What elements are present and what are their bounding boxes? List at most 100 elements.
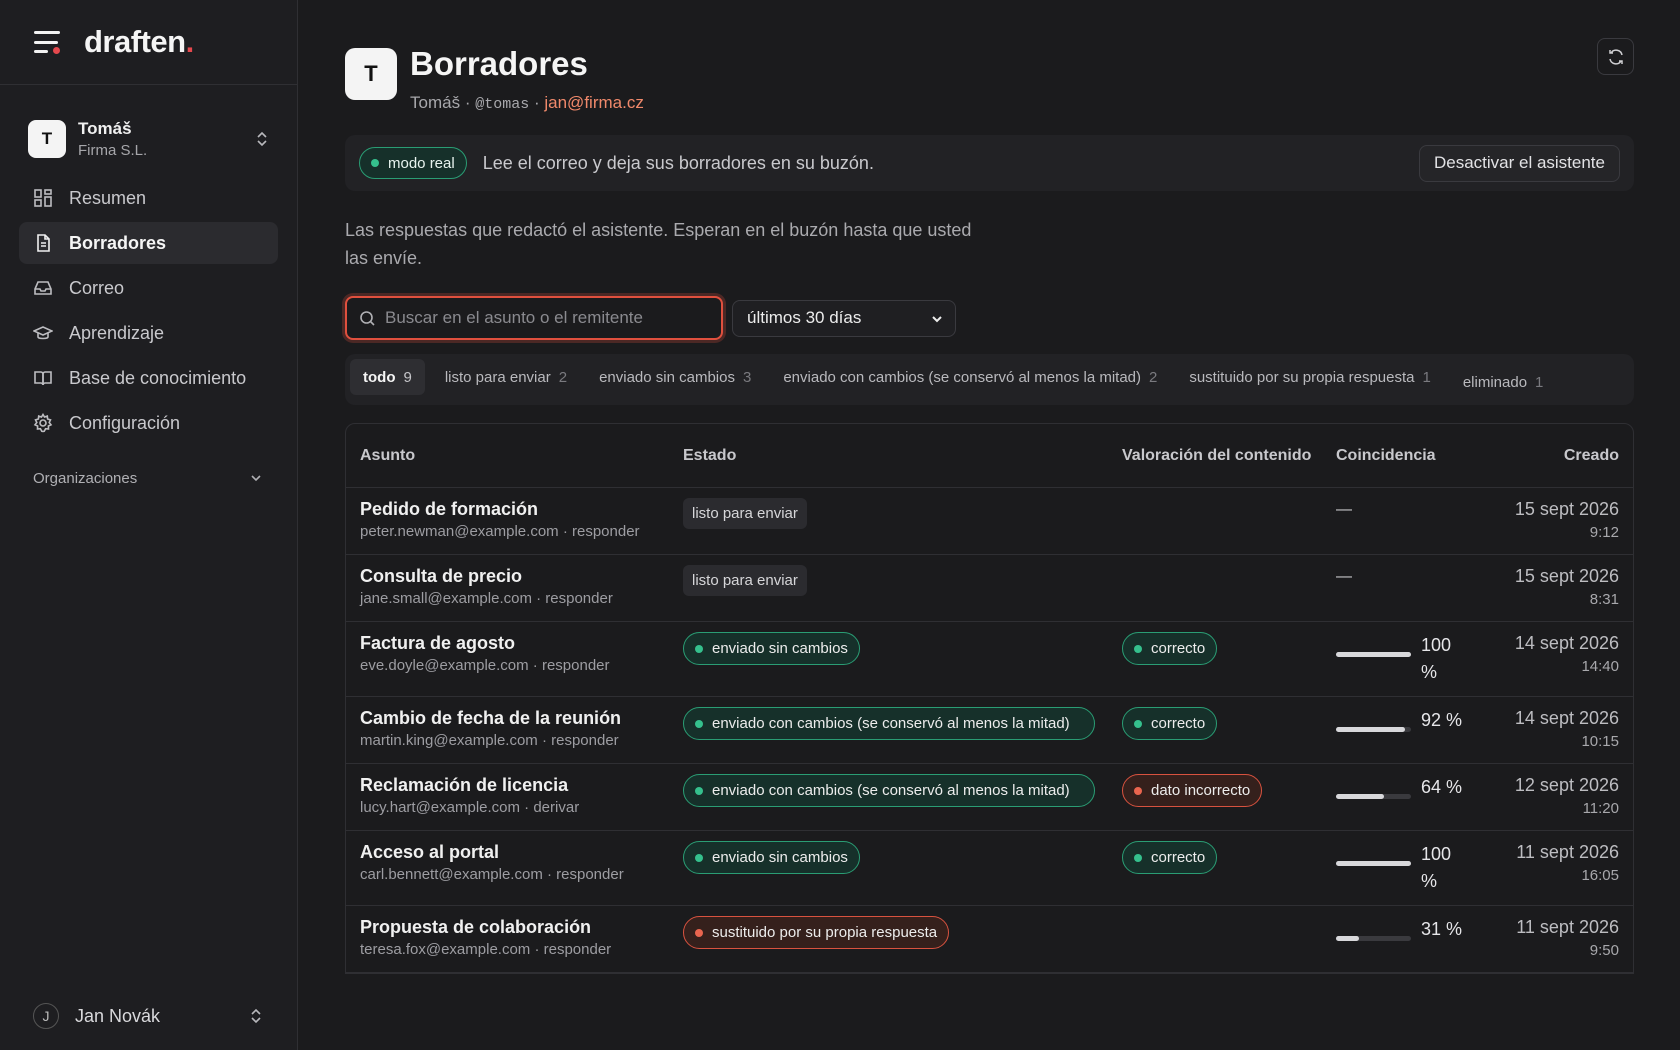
table-row[interactable]: Pedido de formación peter.newman@example.… bbox=[346, 488, 1633, 555]
status-badge-label: enviado sin cambios bbox=[712, 640, 848, 657]
chevron-down-icon bbox=[249, 470, 263, 487]
sidebar-item-borradores[interactable]: Borradores bbox=[19, 222, 278, 264]
match-bar-fill bbox=[1336, 936, 1360, 941]
table-row[interactable]: Acceso al portal carl.bennett@example.com… bbox=[346, 831, 1633, 906]
tab-listo-para-enviar[interactable]: listo para enviar 2 bbox=[432, 359, 580, 395]
created-date: 11 sept 2026 bbox=[1516, 842, 1619, 862]
account-subtitle: Tomáš · @tomas · jan@firma.cz bbox=[410, 93, 644, 113]
rating-dot bbox=[1134, 644, 1142, 653]
tab-count: 1 bbox=[1422, 368, 1431, 386]
column-header-subject[interactable]: Asunto bbox=[346, 447, 669, 465]
rating-badge-label: correcto bbox=[1151, 640, 1206, 657]
refresh-button[interactable] bbox=[1597, 38, 1634, 75]
draft-subject[interactable]: Factura de agosto bbox=[360, 632, 669, 654]
created-time: 11:20 bbox=[1582, 800, 1619, 817]
org-user-name: Tomáš bbox=[78, 119, 132, 138]
match-bar-fill bbox=[1336, 652, 1411, 657]
tab-label: todo bbox=[363, 368, 396, 386]
table-row[interactable]: Propuesta de colaboración teresa.fox@exam… bbox=[346, 906, 1633, 973]
filter-bar: últimos 30 días bbox=[345, 296, 1634, 340]
column-header-status[interactable]: Estado bbox=[669, 447, 1108, 465]
column-header-match[interactable]: Coincidencia bbox=[1322, 447, 1472, 465]
draft-subject[interactable]: Propuesta de colaboración bbox=[360, 916, 669, 938]
sidebar: draften. T Tomáš Firma S.L. Resumen Borr… bbox=[0, 0, 298, 1050]
status-badge: enviado con cambios (se conservó al meno… bbox=[683, 707, 1095, 740]
table-row[interactable]: Consulta de precio jane.small@example.com… bbox=[346, 555, 1633, 622]
separator: · bbox=[464, 93, 471, 112]
match-bar bbox=[1336, 727, 1411, 732]
account-email-link[interactable]: jan@firma.cz bbox=[544, 93, 643, 112]
deactivate-assistant-button[interactable]: Desactivar el asistente bbox=[1418, 144, 1620, 182]
sidebar-item-correo[interactable]: Correo bbox=[19, 267, 278, 309]
draft-subject[interactable]: Consulta de precio bbox=[360, 565, 669, 587]
draft-subject[interactable]: Cambio de fecha de la reunión bbox=[360, 707, 669, 729]
status-dot bbox=[695, 928, 703, 937]
org-switcher[interactable]: T Tomáš Firma S.L. bbox=[0, 115, 297, 163]
menu-icon[interactable] bbox=[34, 31, 60, 54]
user-name: Jan Novák bbox=[75, 1005, 161, 1026]
user-menu[interactable]: J Jan Novák bbox=[33, 1000, 263, 1032]
table-row[interactable]: Reclamación de licencia lucy.hart@example… bbox=[346, 764, 1633, 831]
rating-badge-label: dato incorrecto bbox=[1151, 782, 1251, 799]
drafts-table: Asunto Estado Valoración del contenido C… bbox=[345, 423, 1634, 974]
status-badge-label: enviado con cambios (se conservó al meno… bbox=[712, 782, 1070, 799]
book-icon bbox=[33, 368, 53, 388]
rating-dot bbox=[1134, 719, 1142, 728]
tab-sustituido[interactable]: sustituido por su propia respuesta 1 bbox=[1176, 359, 1443, 395]
match-percent: 92 % bbox=[1421, 710, 1463, 730]
status-badge: enviado con cambios (se conservó al meno… bbox=[683, 774, 1095, 807]
tab-eliminado[interactable]: eliminado 1 bbox=[1450, 364, 1557, 400]
brand-logo[interactable]: draften. bbox=[84, 24, 194, 60]
tab-count: 1 bbox=[1535, 373, 1544, 391]
organizations-toggle[interactable]: Organizaciones bbox=[0, 470, 297, 487]
tab-count: 2 bbox=[1149, 368, 1158, 386]
gear-icon bbox=[33, 413, 53, 433]
draft-subject[interactable]: Pedido de formación bbox=[360, 498, 669, 520]
table-row[interactable]: Cambio de fecha de la reunión martin.king… bbox=[346, 697, 1633, 764]
brand-dot: . bbox=[185, 24, 195, 59]
inbox-icon bbox=[33, 278, 53, 298]
status-dot bbox=[695, 644, 703, 653]
created-time: 8:31 bbox=[1589, 591, 1619, 608]
search-input[interactable] bbox=[385, 308, 705, 328]
status-badge: listo para enviar bbox=[683, 565, 807, 596]
rating-badge-label: correcto bbox=[1151, 715, 1206, 732]
match-empty: — bbox=[1336, 501, 1352, 518]
match-indicator: 92 % bbox=[1336, 707, 1472, 734]
draft-sender-meta: teresa.fox@example.com · responder bbox=[360, 941, 612, 958]
org-avatar: T bbox=[28, 120, 66, 158]
status-dot bbox=[695, 719, 703, 728]
tab-enviado-sin-cambios[interactable]: enviado sin cambios 3 bbox=[586, 359, 764, 395]
table-row[interactable]: Factura de agosto eve.doyle@example.com ·… bbox=[346, 622, 1633, 697]
draft-subject[interactable]: Reclamación de licencia bbox=[360, 774, 669, 796]
sidebar-item-label: Configuración bbox=[69, 412, 181, 433]
match-percent: 64 % bbox=[1421, 777, 1463, 797]
column-header-created[interactable]: Creado bbox=[1472, 447, 1633, 465]
sidebar-item-aprendizaje[interactable]: Aprendizaje bbox=[19, 312, 278, 354]
sidebar-item-base-de-conocimiento[interactable]: Base de conocimiento bbox=[19, 357, 278, 399]
draft-sender-meta: peter.newman@example.com · responder bbox=[360, 523, 640, 540]
refresh-icon bbox=[1608, 48, 1623, 65]
match-empty: — bbox=[1336, 568, 1352, 585]
match-percent: 31 % bbox=[1421, 919, 1463, 939]
sidebar-item-label: Correo bbox=[69, 277, 125, 298]
tab-todo[interactable]: todo 9 bbox=[350, 359, 425, 395]
draft-subject[interactable]: Acceso al portal bbox=[360, 841, 669, 863]
tab-enviado-con-cambios[interactable]: enviado con cambios (se conservó al meno… bbox=[770, 359, 1170, 395]
banner-text: Lee el correo y deja sus borradores en s… bbox=[482, 152, 874, 173]
search-box bbox=[345, 296, 723, 340]
sidebar-item-configuracion[interactable]: Configuración bbox=[19, 402, 278, 444]
sidebar-item-resumen[interactable]: Resumen bbox=[19, 177, 278, 219]
status-badge: sustituido por su propia respuesta bbox=[683, 916, 950, 949]
sidebar-item-label: Aprendizaje bbox=[69, 322, 165, 343]
sidebar-nav: Resumen Borradores Correo Aprendizaje Ba… bbox=[0, 177, 297, 444]
created-date: 15 sept 2026 bbox=[1514, 499, 1619, 519]
account-handle: @tomas bbox=[475, 96, 530, 113]
match-bar bbox=[1336, 861, 1411, 866]
period-select[interactable]: últimos 30 días bbox=[732, 299, 956, 337]
match-bar-fill bbox=[1336, 727, 1405, 732]
chevron-up-down-icon bbox=[249, 1007, 263, 1025]
chevron-up-down-icon bbox=[255, 130, 269, 148]
column-header-rating[interactable]: Valoración del contenido bbox=[1108, 444, 1322, 468]
draft-sender-meta: carl.bennett@example.com · responder bbox=[360, 866, 624, 883]
